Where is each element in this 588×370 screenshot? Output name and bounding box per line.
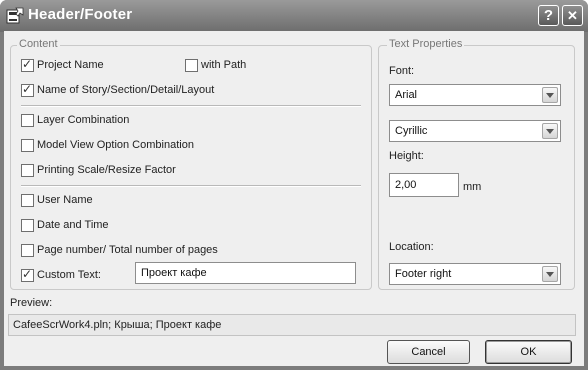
user-name-checkbox[interactable]: [21, 194, 34, 207]
script-select[interactable]: Cyrillic: [389, 120, 561, 142]
window-title: Header/Footer: [28, 6, 133, 23]
height-unit: mm: [463, 181, 482, 193]
height-label: Height:: [389, 150, 424, 162]
with-path-label[interactable]: with Path: [201, 59, 246, 71]
script-select-value: Cyrillic: [395, 125, 428, 137]
layer-combination-label[interactable]: Layer Combination: [37, 114, 129, 126]
page-number-checkbox[interactable]: [21, 244, 34, 257]
name-of-story-checkbox[interactable]: [21, 82, 34, 97]
header-footer-icon: [6, 7, 24, 24]
custom-text-input[interactable]: Проект кафе: [135, 262, 356, 284]
user-name-label[interactable]: User Name: [37, 194, 93, 206]
title-bar[interactable]: Header/Footer ? ✕: [0, 0, 588, 32]
height-input[interactable]: 2,00: [389, 173, 459, 197]
dialog-window: Header/Footer ? ✕ Content Project Name w…: [0, 0, 588, 370]
separator-2: [21, 185, 361, 187]
project-name-label[interactable]: Project Name: [37, 59, 104, 71]
printing-scale-label[interactable]: Printing Scale/Resize Factor: [37, 164, 176, 176]
content-legend: Content: [17, 38, 60, 50]
font-select[interactable]: Arial: [389, 84, 561, 106]
cancel-button[interactable]: Cancel: [387, 340, 470, 364]
ok-button[interactable]: OK: [485, 340, 572, 364]
chevron-down-icon[interactable]: [542, 87, 558, 103]
close-button[interactable]: ✕: [562, 5, 583, 26]
text-properties-groupbox: Text Properties Font: Arial Cyrillic Hei…: [378, 38, 575, 290]
custom-text-checkbox[interactable]: [21, 267, 34, 282]
model-view-option-label[interactable]: Model View Option Combination: [37, 139, 194, 151]
name-of-story-label[interactable]: Name of Story/Section/Detail/Layout: [37, 84, 214, 96]
chevron-down-icon[interactable]: [542, 266, 558, 282]
date-time-checkbox[interactable]: [21, 219, 34, 232]
font-select-value: Arial: [395, 89, 418, 101]
content-groupbox: Content Project Name with Path Name of S…: [10, 38, 372, 290]
date-time-label[interactable]: Date and Time: [37, 219, 109, 231]
location-select-value: Footer right: [395, 268, 452, 280]
custom-text-label[interactable]: Custom Text:: [37, 269, 101, 281]
location-label: Location:: [389, 241, 434, 253]
page-number-label[interactable]: Page number/ Total number of pages: [37, 244, 218, 256]
printing-scale-checkbox[interactable]: [21, 164, 34, 177]
help-button[interactable]: ?: [538, 5, 559, 26]
separator-1: [21, 105, 361, 107]
model-view-option-checkbox[interactable]: [21, 139, 34, 152]
text-properties-legend: Text Properties: [387, 38, 465, 50]
font-label: Font:: [389, 65, 415, 77]
layer-combination-checkbox[interactable]: [21, 114, 34, 127]
project-name-checkbox[interactable]: [21, 57, 34, 72]
preview-label: Preview:: [10, 297, 53, 309]
with-path-checkbox[interactable]: [185, 59, 198, 72]
preview-text: CafeeScrWork4.pln; Крыша; Проект кафе: [8, 314, 576, 336]
dialog-client-area: Content Project Name with Path Name of S…: [4, 31, 584, 366]
chevron-down-icon[interactable]: [542, 123, 558, 139]
location-select[interactable]: Footer right: [389, 263, 561, 285]
